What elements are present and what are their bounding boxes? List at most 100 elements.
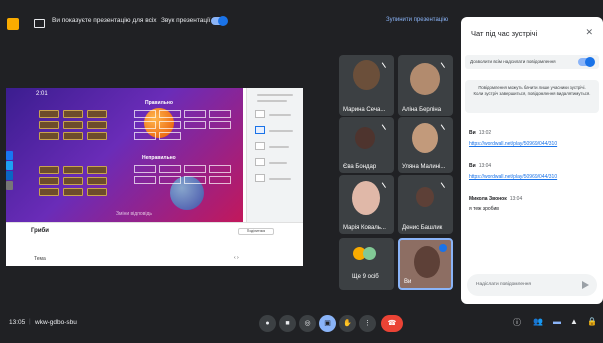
twitter-icon[interactable]	[6, 161, 13, 170]
game-tile[interactable]	[87, 110, 107, 118]
camera-icon[interactable]: ■	[279, 315, 296, 332]
info-icon[interactable]: ⓘ	[513, 317, 521, 328]
participant-tile[interactable]: Єва Бондар	[339, 117, 394, 173]
answer-slot[interactable]	[159, 110, 181, 118]
participant-photo	[416, 187, 434, 207]
presentation-bar: Ви показуєте презентацію для всіх Звук п…	[0, 0, 458, 44]
facebook-icon[interactable]	[6, 151, 13, 160]
close-icon[interactable]: ✕	[585, 27, 593, 38]
activities-icon[interactable]: ▲	[570, 317, 578, 326]
answer-slot[interactable]	[134, 165, 156, 173]
game-tile[interactable]	[87, 188, 107, 196]
participant-name: Марія Коваль...	[343, 225, 386, 231]
answer-slot[interactable]	[159, 132, 181, 140]
mic-off-icon	[440, 60, 449, 68]
message-link[interactable]: https://wordwall.net/play/50969/044/310	[469, 141, 557, 147]
game-tile[interactable]	[39, 166, 59, 174]
share-button[interactable]: Поділитися	[238, 228, 274, 235]
more-options-icon[interactable]	[439, 244, 447, 252]
side-text-line	[269, 130, 293, 132]
answer-slot[interactable]	[209, 176, 231, 184]
mic-icon[interactable]: ●	[259, 315, 276, 332]
self-photo	[414, 246, 440, 278]
participant-photo	[355, 127, 375, 149]
template-thumbnail[interactable]	[255, 174, 265, 182]
participant-tile[interactable]: Уляна Малині...	[398, 117, 453, 173]
template-thumbnail[interactable]	[255, 110, 265, 118]
game-tile[interactable]	[39, 132, 59, 140]
game-tile[interactable]	[39, 177, 59, 185]
meeting-code: wkw-gdbo-sbu	[35, 319, 77, 326]
answer-slot[interactable]	[209, 121, 231, 129]
game-tile[interactable]	[63, 188, 83, 196]
chat-icon[interactable]: ▬	[553, 317, 561, 326]
answer-slot[interactable]	[209, 165, 231, 173]
participant-photo	[353, 60, 380, 90]
answer-slot[interactable]	[184, 176, 206, 184]
message-text: я теж зробив	[469, 206, 499, 212]
game-tile[interactable]	[63, 110, 83, 118]
meeting-controls-bar: 13:05 | wkw-gdbo-sbu ● ■ ◎ ▣ ✋ ⋮ ☎ ⓘ 👥 ▬…	[0, 305, 603, 343]
template-thumbnail[interactable]	[255, 158, 265, 166]
answer-slot[interactable]	[134, 110, 156, 118]
chat-input[interactable]: Надіслати повідомлення	[467, 274, 597, 296]
allow-messages-label: Дозволити всім надсилати повідомлення	[470, 59, 556, 64]
raise-hand-icon[interactable]: ✋	[339, 315, 356, 332]
game-tile[interactable]	[63, 121, 83, 129]
game-tile[interactable]	[39, 121, 59, 129]
topic-label: Тема	[34, 256, 46, 262]
participant-tile[interactable]: Марина Сеча...	[339, 55, 394, 116]
activity-title: Гриби	[31, 228, 49, 234]
participant-tile[interactable]: Аліна Берліна	[398, 55, 453, 116]
game-tile[interactable]	[87, 177, 107, 185]
answer-slot[interactable]	[209, 110, 231, 118]
side-text-line	[269, 178, 291, 180]
template-thumbnail[interactable]	[255, 126, 265, 134]
lock-icon[interactable]: 🔒	[587, 317, 597, 326]
answer-slot[interactable]	[184, 165, 206, 173]
answer-slot[interactable]	[184, 121, 206, 129]
game-tile[interactable]	[87, 121, 107, 129]
participant-name: Денис Башлик	[402, 225, 443, 231]
more-participants-tile[interactable]: Ще 9 осіб	[339, 238, 394, 290]
presentation-sound-toggle[interactable]	[211, 16, 228, 26]
mic-off-icon	[381, 60, 390, 68]
link-icon[interactable]	[6, 181, 13, 190]
participant-tile[interactable]: Денис Башлик	[398, 175, 453, 234]
answer-slot[interactable]	[134, 176, 156, 184]
page-arrows[interactable]: ‹ ›	[234, 255, 239, 261]
game-tile[interactable]	[39, 188, 59, 196]
answer-slot[interactable]	[159, 121, 181, 129]
participant-name: Аліна Берліна	[402, 107, 442, 113]
answer-slot[interactable]	[184, 110, 206, 118]
message-sender: Ви 13:02	[469, 130, 492, 136]
side-text-line	[269, 114, 291, 116]
game-tile[interactable]	[63, 177, 83, 185]
share-icon[interactable]	[6, 171, 13, 180]
stop-presenting-button[interactable]: Зупинити презентацію	[386, 17, 448, 23]
answer-slot[interactable]	[134, 121, 156, 129]
self-view-tile[interactable]: Ви	[398, 238, 453, 290]
game-tile[interactable]	[63, 166, 83, 174]
message-link[interactable]: https://wordwall.net/play/50969/044/310	[469, 174, 557, 180]
game-tile[interactable]	[87, 166, 107, 174]
answer-slot[interactable]	[134, 132, 156, 140]
answer-slot[interactable]	[159, 165, 181, 173]
game-tile[interactable]	[39, 110, 59, 118]
game-tile[interactable]	[87, 132, 107, 140]
mic-off-icon	[381, 122, 390, 130]
game-tile[interactable]	[63, 132, 83, 140]
presentation-sound-label: Звук презентації	[161, 17, 211, 24]
present-now-icon[interactable]: ▣	[319, 315, 336, 332]
end-call-button[interactable]: ☎	[381, 315, 403, 332]
allow-messages-toggle[interactable]	[578, 57, 595, 67]
more-options-icon[interactable]: ⋮	[359, 315, 376, 332]
send-icon[interactable]	[582, 281, 589, 289]
template-thumbnail[interactable]	[255, 142, 265, 150]
group-incorrect-label: Неправильно	[142, 155, 176, 161]
participant-tile[interactable]: Марія Коваль...	[339, 175, 394, 234]
answer-slot[interactable]	[159, 176, 181, 184]
message-sender: Ви 13:04	[469, 163, 492, 169]
captions-icon[interactable]: ◎	[299, 315, 316, 332]
people-icon[interactable]: 👥	[533, 317, 543, 326]
